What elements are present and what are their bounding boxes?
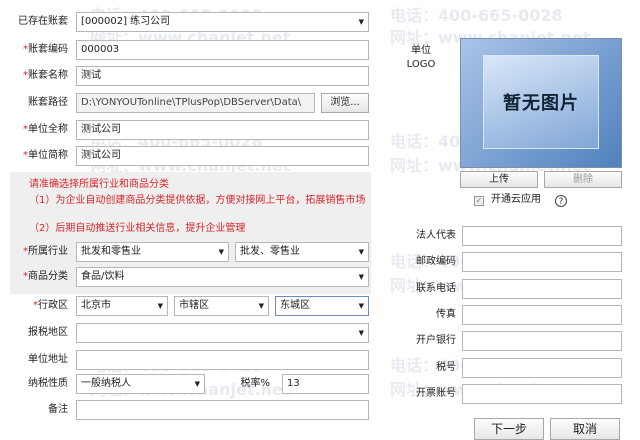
postal-code-label: 邮政编码: [416, 256, 456, 267]
name-label: *账套名称: [23, 70, 68, 81]
cancel-button[interactable]: 取消: [550, 418, 620, 440]
next-button[interactable]: 下一步: [474, 418, 544, 440]
legal-rep-input[interactable]: [462, 226, 622, 246]
province-select[interactable]: 北京市: [76, 296, 168, 316]
notice-title: 请准确选择所属行业和商品分类: [29, 179, 169, 190]
tax-region-label: 报税地区: [28, 327, 68, 338]
postal-code-input[interactable]: [462, 252, 622, 272]
upload-button[interactable]: 上传: [460, 171, 538, 188]
county-select[interactable]: 东城区: [275, 296, 369, 316]
taxpayer-select[interactable]: 一般纳税人: [76, 374, 205, 394]
address-label: 单位地址: [28, 354, 68, 365]
fax-input[interactable]: [462, 305, 622, 325]
existing-account-select[interactable]: [000002] 练习公司: [76, 12, 369, 32]
code-label: *账套编码: [23, 44, 68, 55]
taxpayer-label: 纳税性质: [28, 378, 68, 389]
remark-label: 备注: [48, 404, 68, 415]
notice-line-1: （1）为企业自动创建商品分类提供依据，方便对接网上平台，拓展销售市场: [29, 195, 366, 206]
cloud-app-label: 开通云应用: [491, 194, 541, 205]
logo-image-box: 暂无图片: [460, 38, 622, 168]
tax-rate-input[interactable]: 13: [282, 374, 369, 394]
remark-input[interactable]: [76, 400, 369, 420]
tax-rate-label: 税率%: [240, 378, 270, 389]
phone-input[interactable]: [462, 279, 622, 299]
short-name-label: *单位简称: [23, 150, 68, 161]
district-select[interactable]: 市辖区: [174, 296, 269, 316]
industry-select[interactable]: 批发和零售业: [76, 242, 229, 262]
invoice-account-label: 开票账号: [416, 388, 456, 399]
tax-id-label: 税号: [436, 362, 456, 373]
industry-sub-select[interactable]: 批发、零售业: [235, 242, 369, 262]
legal-rep-label: 法人代表: [416, 230, 456, 241]
category-label: *商品分类: [23, 271, 68, 282]
address-input[interactable]: [76, 350, 369, 370]
browse-button[interactable]: 浏览...: [321, 93, 369, 113]
path-label: 账套路径: [28, 97, 68, 108]
invoice-account-input[interactable]: [462, 384, 622, 404]
fax-label: 传真: [436, 309, 456, 320]
code-input[interactable]: 000003: [76, 40, 369, 60]
tax-region-select[interactable]: [76, 323, 369, 343]
delete-button[interactable]: 删除: [544, 171, 622, 188]
phone-label: 联系电话: [416, 283, 456, 294]
full-name-label: *单位全称: [23, 124, 68, 135]
bank-input[interactable]: [462, 331, 622, 351]
industry-label: *所属行业: [23, 246, 68, 257]
path-input[interactable]: D:\YONYOUTonline\TPlusPop\DBServer\Data\: [76, 93, 315, 113]
bank-label: 开户银行: [416, 335, 456, 346]
full-name-input[interactable]: 测试公司: [76, 120, 369, 140]
cloud-app-checkbox[interactable]: ✓: [474, 196, 484, 206]
region-label: *行政区: [33, 300, 68, 311]
no-image-placeholder: 暂无图片: [483, 55, 599, 149]
help-icon[interactable]: ?: [555, 195, 567, 207]
watermark-phone: 电话：400-665-0028: [390, 6, 563, 25]
notice-line-2: （2）后期自动推送行业相关信息，提升企业管理: [29, 223, 246, 234]
category-select[interactable]: 食品/饮料: [76, 267, 369, 287]
tax-id-input[interactable]: [462, 358, 622, 378]
existing-account-label: 已存在账套: [18, 16, 68, 27]
short-name-input[interactable]: 测试公司: [76, 146, 369, 166]
logo-label: 单位 LOGO: [406, 45, 436, 70]
name-input[interactable]: 测试: [76, 66, 369, 86]
